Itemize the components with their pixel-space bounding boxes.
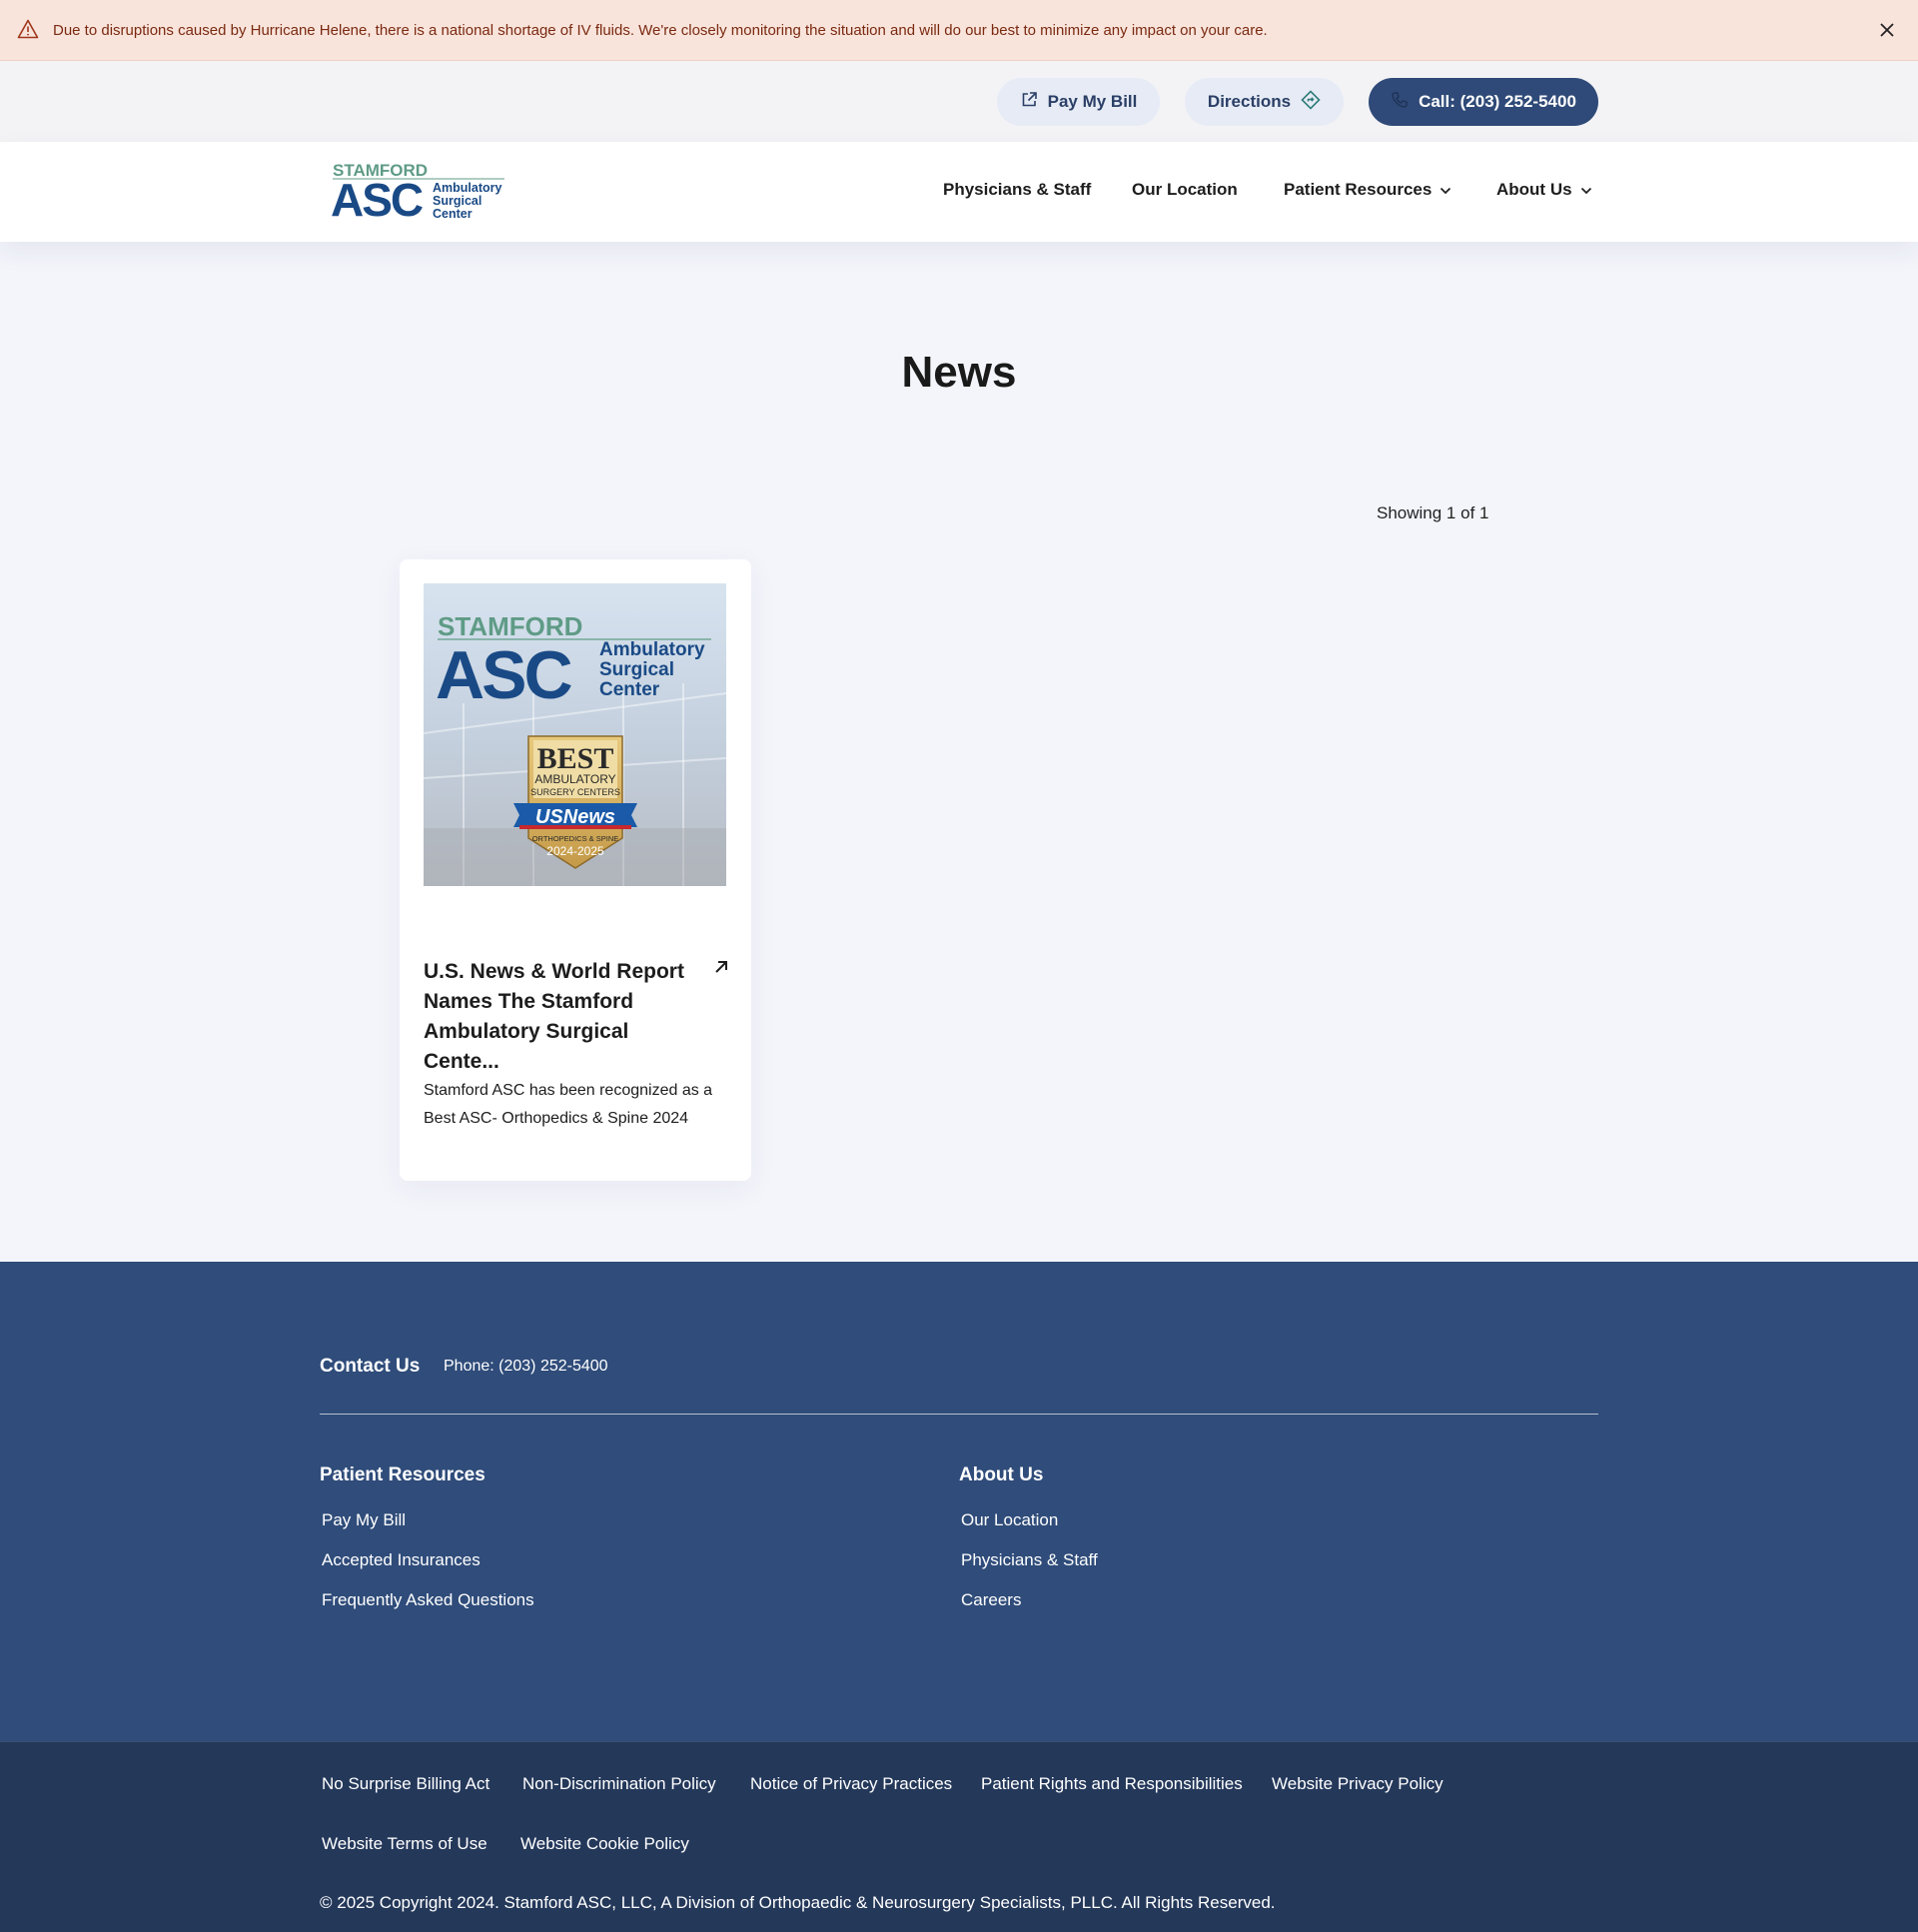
footer-col-about-us: About Us Our Location Physicians & Staff… xyxy=(959,1464,1098,1630)
svg-text:USNews: USNews xyxy=(535,806,615,828)
svg-text:Surgical: Surgical xyxy=(433,194,481,208)
nav-about-us[interactable]: About Us xyxy=(1496,180,1592,200)
utility-bar: Pay My Bill Directions Call: (203) 252-5… xyxy=(0,61,1918,142)
news-card-title: U.S. News & World Report Names The Stamf… xyxy=(424,960,684,1073)
contact-heading: Contact Us xyxy=(320,1356,421,1377)
legal-link-patient-rights[interactable]: Patient Rights and Responsibilities xyxy=(981,1774,1243,1794)
contact-phone[interactable]: Phone: (203) 252-5400 xyxy=(444,1358,608,1376)
chevron-down-icon xyxy=(1580,180,1592,200)
footer-col-patient-resources: Patient Resources Pay My Bill Accepted I… xyxy=(320,1464,534,1630)
legal-bar: No Surprise Billing Act Non-Discriminati… xyxy=(0,1741,1918,1932)
nav-patient-resources[interactable]: Patient Resources xyxy=(1284,180,1451,200)
svg-text:Ambulatory: Ambulatory xyxy=(599,639,705,660)
legal-link-non-discrimination[interactable]: Non-Discrimination Policy xyxy=(522,1774,716,1794)
directions-icon xyxy=(1301,89,1321,115)
nav-resources-label: Patient Resources xyxy=(1284,180,1433,199)
news-card[interactable]: STAMFORD ASC Ambulatory Surgical Center … xyxy=(400,559,751,1181)
phone-icon xyxy=(1391,91,1409,114)
news-card-image: STAMFORD ASC Ambulatory Surgical Center … xyxy=(424,583,726,886)
svg-text:SURGERY CENTERS: SURGERY CENTERS xyxy=(530,787,620,797)
pay-bill-button[interactable]: Pay My Bill xyxy=(997,78,1160,126)
news-card-description: Stamford ASC has been recognized as a Be… xyxy=(424,1082,713,1127)
footer-divider xyxy=(320,1414,1598,1415)
footer-link-pay-bill[interactable]: Pay My Bill xyxy=(322,1510,534,1550)
footer-link-faq[interactable]: Frequently Asked Questions xyxy=(322,1590,534,1630)
svg-text:BEST: BEST xyxy=(537,742,614,775)
svg-text:ASC: ASC xyxy=(436,637,571,713)
results-count: Showing 1 of 1 xyxy=(1377,503,1489,522)
svg-text:AMBULATORY: AMBULATORY xyxy=(534,772,615,786)
legal-link-cookie-policy[interactable]: Website Cookie Policy xyxy=(520,1834,689,1854)
legal-link-no-surprise-billing[interactable]: No Surprise Billing Act xyxy=(322,1774,489,1794)
alert-banner: Due to disruptions caused by Hurricane H… xyxy=(0,0,1918,61)
nav-about-label: About Us xyxy=(1496,180,1572,199)
call-button[interactable]: Call: (203) 252-5400 xyxy=(1369,78,1598,126)
close-icon[interactable] xyxy=(1870,13,1904,47)
nav-our-location[interactable]: Our Location xyxy=(1132,180,1238,200)
directions-button[interactable]: Directions xyxy=(1185,78,1344,126)
site-header: STAMFORD ASC Ambulatory Surgical Center … xyxy=(0,142,1918,242)
nav-location-label: Our Location xyxy=(1132,180,1238,199)
footer-col-heading: Patient Resources xyxy=(320,1464,485,1485)
legal-link-privacy-practices[interactable]: Notice of Privacy Practices xyxy=(750,1774,952,1794)
legal-link-website-privacy[interactable]: Website Privacy Policy xyxy=(1272,1774,1443,1794)
nav-physicians-staff[interactable]: Physicians & Staff xyxy=(943,180,1091,200)
footer-col-heading: About Us xyxy=(959,1464,1044,1485)
site-footer: Contact Us Phone: (203) 252-5400 Patient… xyxy=(0,1262,1918,1741)
external-link-icon xyxy=(1020,91,1038,114)
svg-text:Center: Center xyxy=(599,679,660,700)
legal-link-terms-of-use[interactable]: Website Terms of Use xyxy=(322,1834,487,1854)
alert-text: Due to disruptions caused by Hurricane H… xyxy=(53,21,1268,39)
arrow-up-right-icon xyxy=(711,957,731,977)
svg-text:ASC: ASC xyxy=(331,174,423,220)
warning-icon xyxy=(17,19,39,41)
page-title: News xyxy=(901,348,1017,397)
pay-bill-label: Pay My Bill xyxy=(1047,92,1138,111)
site-logo[interactable]: STAMFORD ASC Ambulatory Surgical Center xyxy=(331,161,506,226)
footer-link-insurances[interactable]: Accepted Insurances xyxy=(322,1550,534,1590)
footer-link-location[interactable]: Our Location xyxy=(961,1510,1098,1550)
svg-text:2024-2025: 2024-2025 xyxy=(546,844,604,858)
copyright-text: © 2025 Copyright 2024. Stamford ASC, LLC… xyxy=(320,1893,1276,1912)
chevron-down-icon xyxy=(1439,180,1451,200)
nav-physicians-label: Physicians & Staff xyxy=(943,180,1092,199)
footer-link-physicians[interactable]: Physicians & Staff xyxy=(961,1550,1098,1590)
svg-text:Surgical: Surgical xyxy=(599,659,674,680)
call-label: Call: (203) 252-5400 xyxy=(1419,92,1576,111)
svg-text:Ambulatory: Ambulatory xyxy=(433,181,502,195)
directions-label: Directions xyxy=(1207,92,1292,111)
svg-text:Center: Center xyxy=(433,207,473,220)
footer-link-careers[interactable]: Careers xyxy=(961,1590,1098,1630)
svg-text:ORTHOPEDICS & SPINE: ORTHOPEDICS & SPINE xyxy=(532,834,619,843)
